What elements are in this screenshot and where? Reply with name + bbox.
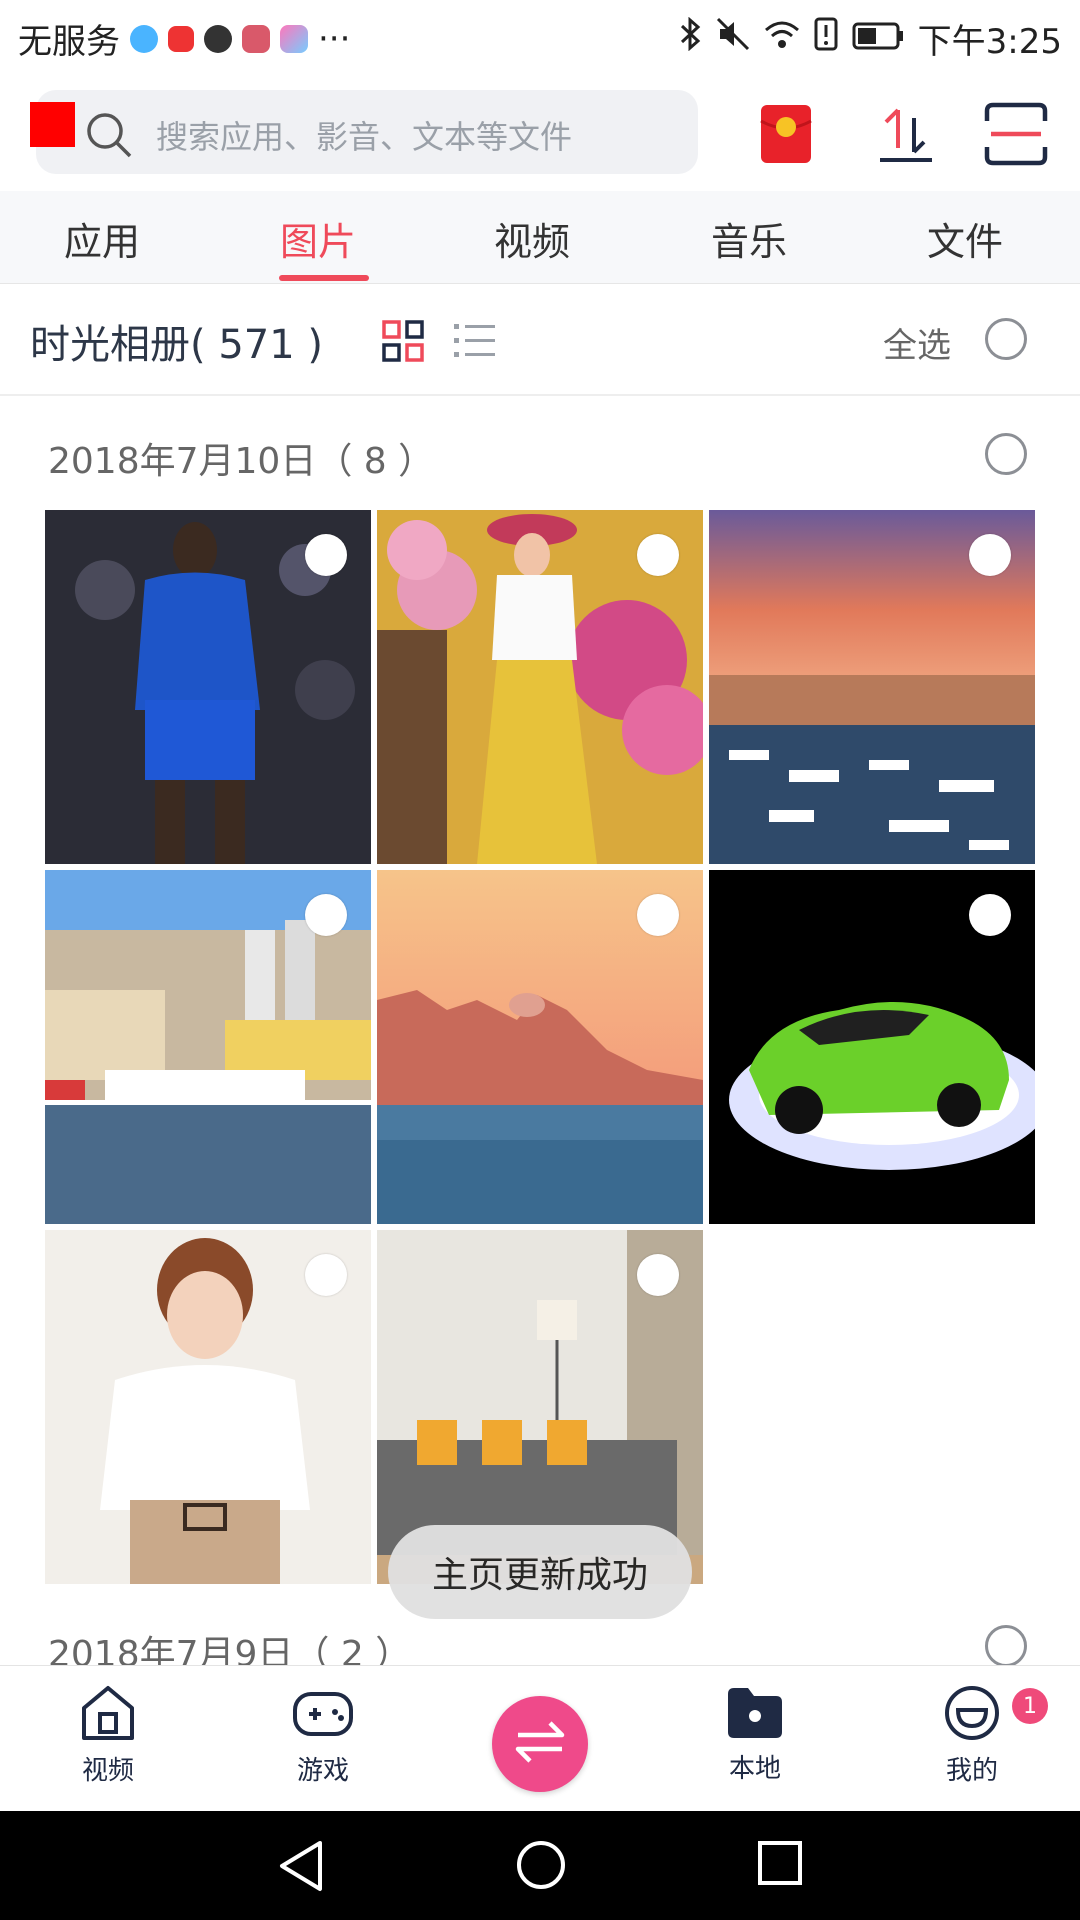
nav-label: 我的 <box>945 1756 998 1786</box>
carrier-text: 无服务 <box>18 22 120 62</box>
toast-message: 主页更新成功 <box>388 1525 692 1619</box>
photo-select-checkbox[interactable] <box>305 534 347 576</box>
app-icon-red <box>168 25 194 52</box>
search-input[interactable]: 搜索应用、影音、文本等文件 <box>156 112 572 158</box>
nav-item-video[interactable]: 视频 <box>48 1684 168 1787</box>
app-icon-flower <box>280 24 308 53</box>
scan-button[interactable] <box>980 100 1052 172</box>
sim-alert-icon <box>814 17 838 60</box>
grid-view-icon[interactable] <box>382 320 424 366</box>
nav-transfer-button[interactable] <box>492 1696 588 1792</box>
nav-label: 视频 <box>81 1756 134 1786</box>
tab-apps[interactable]: 应用 <box>64 211 140 266</box>
app-icon-photo <box>242 24 270 53</box>
photo-thumbnail[interactable] <box>709 510 1035 864</box>
photo-select-checkbox[interactable] <box>637 894 679 936</box>
folder-icon <box>724 1688 786 1744</box>
group-date: 2018年7月10日（ 8 ） <box>48 441 435 482</box>
up-down-arrows-icon <box>876 104 936 168</box>
home-icon <box>78 1686 138 1746</box>
tab-files[interactable]: 文件 <box>927 211 1003 266</box>
photo-select-checkbox[interactable] <box>305 894 347 936</box>
group-select-checkbox[interactable] <box>985 433 1027 475</box>
album-title: 时光相册( 571 ) <box>30 322 323 368</box>
red-packet-icon <box>759 103 813 169</box>
red-packet-button[interactable] <box>750 100 822 172</box>
photo-select-checkbox[interactable] <box>305 1254 347 1296</box>
nav-item-local[interactable]: 本地 <box>695 1684 815 1785</box>
app-icon-blue <box>130 24 158 53</box>
transfer-icon <box>512 1717 568 1771</box>
tab-music[interactable]: 音乐 <box>711 211 787 266</box>
mute-icon <box>716 17 750 60</box>
photo-select-checkbox[interactable] <box>637 534 679 576</box>
system-navigation-bar <box>0 1811 1080 1920</box>
bluetooth-icon <box>680 16 702 60</box>
battery-icon <box>852 19 904 59</box>
photo-thumbnail[interactable] <box>377 870 703 1224</box>
tab-active-indicator <box>279 275 369 281</box>
photo-select-checkbox[interactable] <box>969 894 1011 936</box>
photo-thumbnail[interactable] <box>709 870 1035 1224</box>
photo-thumbnail[interactable] <box>45 510 371 864</box>
album-header: 时光相册( 571 ) 全选 <box>0 284 1080 396</box>
photo-thumbnail[interactable] <box>377 510 703 864</box>
photo-thumbnail[interactable] <box>45 1230 371 1584</box>
category-tabs: 应用 图片 视频 音乐 文件 <box>0 191 1080 284</box>
transfer-button[interactable] <box>870 100 942 172</box>
photo-select-checkbox[interactable] <box>637 1254 679 1296</box>
photo-thumbnail[interactable] <box>45 870 371 1224</box>
nav-label: 本地 <box>728 1754 781 1784</box>
select-all-checkbox[interactable] <box>985 318 1027 360</box>
group-select-checkbox[interactable] <box>985 1625 1027 1667</box>
recents-icon[interactable] <box>756 1839 804 1891</box>
gamepad-icon <box>291 1692 355 1746</box>
select-all-label[interactable]: 全选 <box>883 318 951 367</box>
red-marker <box>30 102 75 147</box>
bottom-navigation: 视频 游戏 本地 我的 1 <box>0 1665 1080 1812</box>
nav-label: 游戏 <box>296 1756 349 1786</box>
toast-text: 主页更新成功 <box>431 1555 648 1596</box>
smiley-icon <box>942 1686 1002 1746</box>
more-icon: ··· <box>318 18 351 59</box>
status-bar: 无服务 ··· 下午3:25 <box>0 0 1080 76</box>
status-left: 无服务 ··· <box>18 14 350 63</box>
tab-pictures[interactable]: 图片 <box>280 211 356 266</box>
app-icon-dark <box>204 24 232 53</box>
tab-videos[interactable]: 视频 <box>494 211 570 266</box>
scan-icon <box>983 101 1049 171</box>
wifi-icon <box>764 19 800 59</box>
home-circle-icon[interactable] <box>515 1839 567 1895</box>
search-icon <box>84 110 134 164</box>
photo-select-checkbox[interactable] <box>969 534 1011 576</box>
search-bar[interactable]: 搜索应用、影音、文本等文件 <box>36 90 698 174</box>
back-icon[interactable] <box>276 1839 326 1897</box>
status-right: 下午3:25 <box>680 14 1062 63</box>
nav-item-games[interactable]: 游戏 <box>263 1684 383 1787</box>
notification-badge: 1 <box>1012 1688 1048 1724</box>
list-view-icon[interactable] <box>452 320 496 366</box>
clock-text: 下午3:25 <box>917 22 1062 62</box>
